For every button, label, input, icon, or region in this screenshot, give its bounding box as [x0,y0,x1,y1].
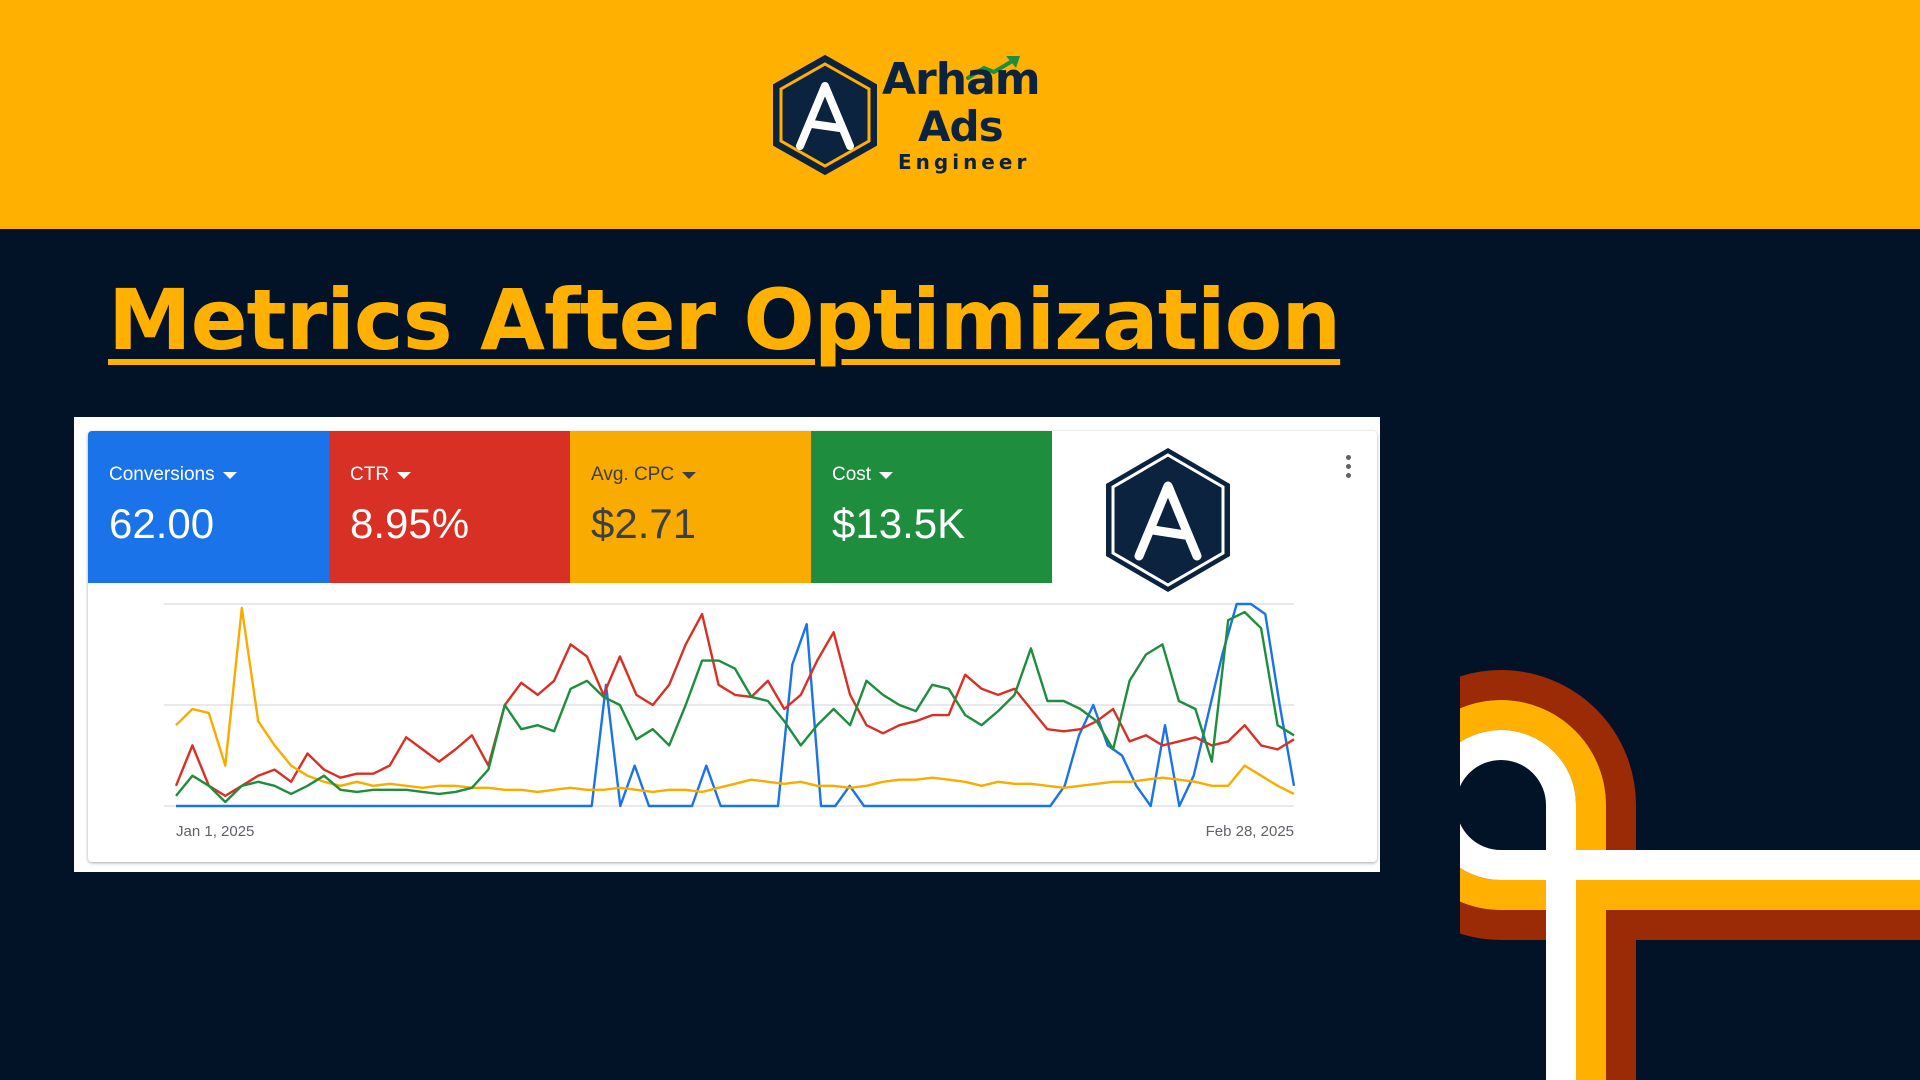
decorative-loop-graphic [1460,670,1920,1080]
hexagon-a-badge-icon [1106,448,1230,592]
more-vert-icon[interactable] [1338,451,1358,481]
x-tick-label-start: Jan 1, 2025 [176,823,254,840]
metrics-panel: Conversions 62.00 CTR 8.95% Avg. CPC $2.… [88,431,1377,862]
metric-card-conversions[interactable]: Conversions 62.00 [88,431,329,583]
dropdown-caret-icon [879,471,894,479]
metric-label: CTR [350,464,390,485]
metric-label: Cost [832,464,872,485]
metric-label: Avg. CPC [591,464,675,485]
dropdown-caret-icon [222,471,237,479]
performance-line-chart: Jan 1, 2025 Feb 28, 2025 [164,602,1296,840]
header-banner: Arham Ads Engineer [0,0,1920,229]
dropdown-caret-icon [397,471,412,479]
metric-label: Conversions [109,464,215,485]
series-line-3 [175,610,1295,804]
metric-card-cost[interactable]: Cost $13.5K [811,431,1052,583]
metric-value: 62.00 [109,500,215,547]
page-title: Metrics After Optimization [108,271,1341,369]
metric-value: 8.95% [350,500,470,547]
x-tick-label-end: Feb 28, 2025 [1206,823,1294,840]
dropdown-caret-icon [682,471,697,479]
metric-value: $13.5K [832,500,966,547]
metric-card-ctr[interactable]: CTR 8.95% [329,431,570,583]
hexagon-a-logo-icon [773,54,877,176]
logo-text-ads: Ads [918,102,1004,151]
logo-text-engineer: Engineer [898,150,1031,174]
metric-card-avg-cpc[interactable]: Avg. CPC $2.71 [570,431,811,583]
arham-ads-logo: Arham Ads Engineer [770,54,1041,179]
metric-value: $2.71 [591,500,697,547]
logo-text-arham: Arham [882,54,1041,105]
metrics-screenshot-frame: Conversions 62.00 CTR 8.95% Avg. CPC $2.… [74,417,1380,872]
